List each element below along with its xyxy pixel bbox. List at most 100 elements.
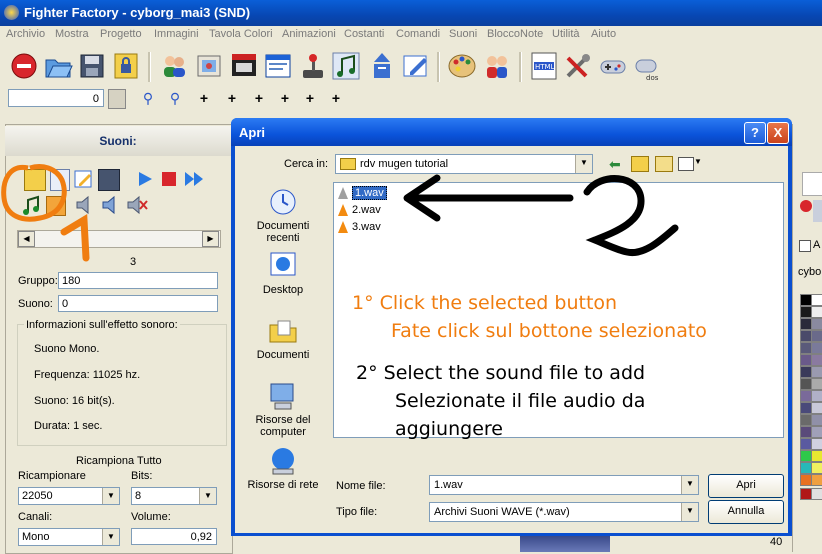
menu-tavola-colori[interactable]: Tavola Colori [209,28,273,40]
html-icon[interactable]: HTML [528,50,560,82]
tool-icon[interactable] [813,200,822,222]
chevron-down-icon[interactable]: ▼ [102,529,119,545]
file-item[interactable]: 3.wav [338,219,381,235]
menu-aiuto[interactable]: Aiuto [591,28,616,40]
palette-swatch[interactable] [811,438,822,450]
palette-swatch[interactable] [811,342,822,354]
arrows-icon[interactable] [366,50,398,82]
view-menu-icon[interactable] [678,157,694,171]
palette-swatch[interactable] [811,366,822,378]
save-disk-icon[interactable] [76,50,108,82]
palette-swatch[interactable] [811,294,822,306]
menu-immagini[interactable]: Immagini [154,28,199,40]
palette-swatch[interactable] [811,390,822,402]
menu-bloccoNote[interactable]: BloccoNote [487,28,543,40]
filename-field[interactable]: 1.wav ▼ [429,475,699,495]
palette-swatch[interactable] [811,354,822,366]
plus-icon[interactable]: + [326,89,346,109]
tool-icon[interactable] [802,172,822,196]
close-button[interactable]: X [767,122,789,144]
open-button[interactable]: Apri [708,474,784,498]
place-desktop[interactable]: Desktop [243,250,323,296]
record-icon[interactable] [800,200,812,212]
menu-utilita[interactable]: Utilità [552,28,580,40]
tools-icon[interactable] [562,50,594,82]
palette-swatch[interactable] [811,488,822,500]
stop-icon[interactable] [8,50,40,82]
menu-progetto[interactable]: Progetto [100,28,142,40]
plus-icon[interactable]: + [275,89,295,109]
window-icon[interactable] [262,50,294,82]
file-item[interactable]: 1.wav [338,185,387,201]
palette-swatch[interactable] [811,426,822,438]
joystick-icon[interactable] [297,50,329,82]
plus-icon[interactable]: + [222,89,242,109]
chevron-down-icon[interactable]: ▼ [681,503,698,521]
vlc-cone-icon [338,187,348,200]
palette-swatch[interactable] [811,414,822,426]
zoom-out-icon[interactable]: ⚲ [138,89,158,109]
checkbox[interactable] [799,240,811,252]
dialog-titlebar[interactable]: Apri ? X [231,118,792,146]
menu-comandi[interactable]: Comandi [396,28,440,40]
open-folder-icon[interactable] [42,50,74,82]
people-icon[interactable] [158,50,190,82]
palette-swatch[interactable] [811,306,822,318]
place-network[interactable]: Risorse di rete [243,445,323,491]
menu-mostra[interactable]: Mostra [55,28,89,40]
fast-forward-icon[interactable] [184,170,204,188]
color-palette[interactable] [798,292,822,502]
volume-field[interactable]: 0,92 [131,528,217,545]
computer-icon [267,380,299,412]
palette-swatch[interactable] [811,450,822,462]
palette-swatch[interactable] [811,378,822,390]
svg-text:dos: dos [646,74,659,82]
place-recent-documents[interactable]: Documenti recenti [243,186,323,244]
scroll-right-icon[interactable]: ▶ [202,231,219,247]
palette-icon[interactable] [446,50,478,82]
menu-animazioni[interactable]: Animazioni [282,28,336,40]
plus-icon[interactable]: + [194,89,214,109]
zoom-in-icon[interactable]: ⚲ [165,89,185,109]
plus-icon[interactable]: + [249,89,269,109]
calculator-icon[interactable] [108,89,126,109]
lock-icon[interactable] [110,50,142,82]
plus-icon[interactable]: + [300,89,320,109]
picture-icon[interactable] [193,50,225,82]
filetype-select[interactable]: Archivi Suoni WAVE (*.wav) ▼ [429,502,699,522]
place-label: Documenti [256,349,310,361]
number-field[interactable]: 0 [8,89,104,107]
window-titlebar[interactable]: Fighter Factory - cyborg_mai3 (SND) [0,0,822,26]
place-documents[interactable]: Documenti [243,315,323,361]
bits-select[interactable]: 8 ▼ [131,487,217,505]
cancel-button[interactable]: Annulla [708,500,784,524]
file-item[interactable]: 2.wav [338,202,381,218]
palette-swatch[interactable] [811,474,822,486]
chevron-down-icon[interactable]: ▼ [102,488,119,504]
documents-folder-icon [267,315,299,347]
stop-sound-icon[interactable] [160,170,178,188]
edit-icon[interactable] [400,50,432,82]
group-field[interactable]: 180 [58,272,218,289]
players-icon[interactable] [480,50,512,82]
menu-costanti[interactable]: Costanti [344,28,384,40]
resample-select[interactable]: 22050 ▼ [18,487,120,505]
place-my-computer[interactable]: Risorse del computer [243,380,323,438]
menu-suoni[interactable]: Suoni [449,28,477,40]
palette-swatch[interactable] [811,402,822,414]
chevron-down-icon[interactable]: ▼ [681,476,698,494]
palette-swatch[interactable] [811,318,822,330]
palette-swatch[interactable] [811,462,822,474]
chevron-down-icon[interactable]: ▼ [199,488,216,504]
palette-swatch[interactable] [811,330,822,342]
channels-select[interactable]: Mono ▼ [18,528,120,546]
sound-field[interactable]: 0 [58,295,218,312]
gamepad-icon[interactable] [597,50,629,82]
menu-archivio[interactable]: Archivio [6,28,45,40]
annotation-marks-left [1,164,90,262]
dos-icon[interactable]: dos [632,50,664,82]
chevron-down-icon[interactable]: ▼ [694,157,702,166]
help-button[interactable]: ? [744,122,766,144]
music-icon[interactable] [330,50,362,82]
film-icon[interactable] [228,50,260,82]
